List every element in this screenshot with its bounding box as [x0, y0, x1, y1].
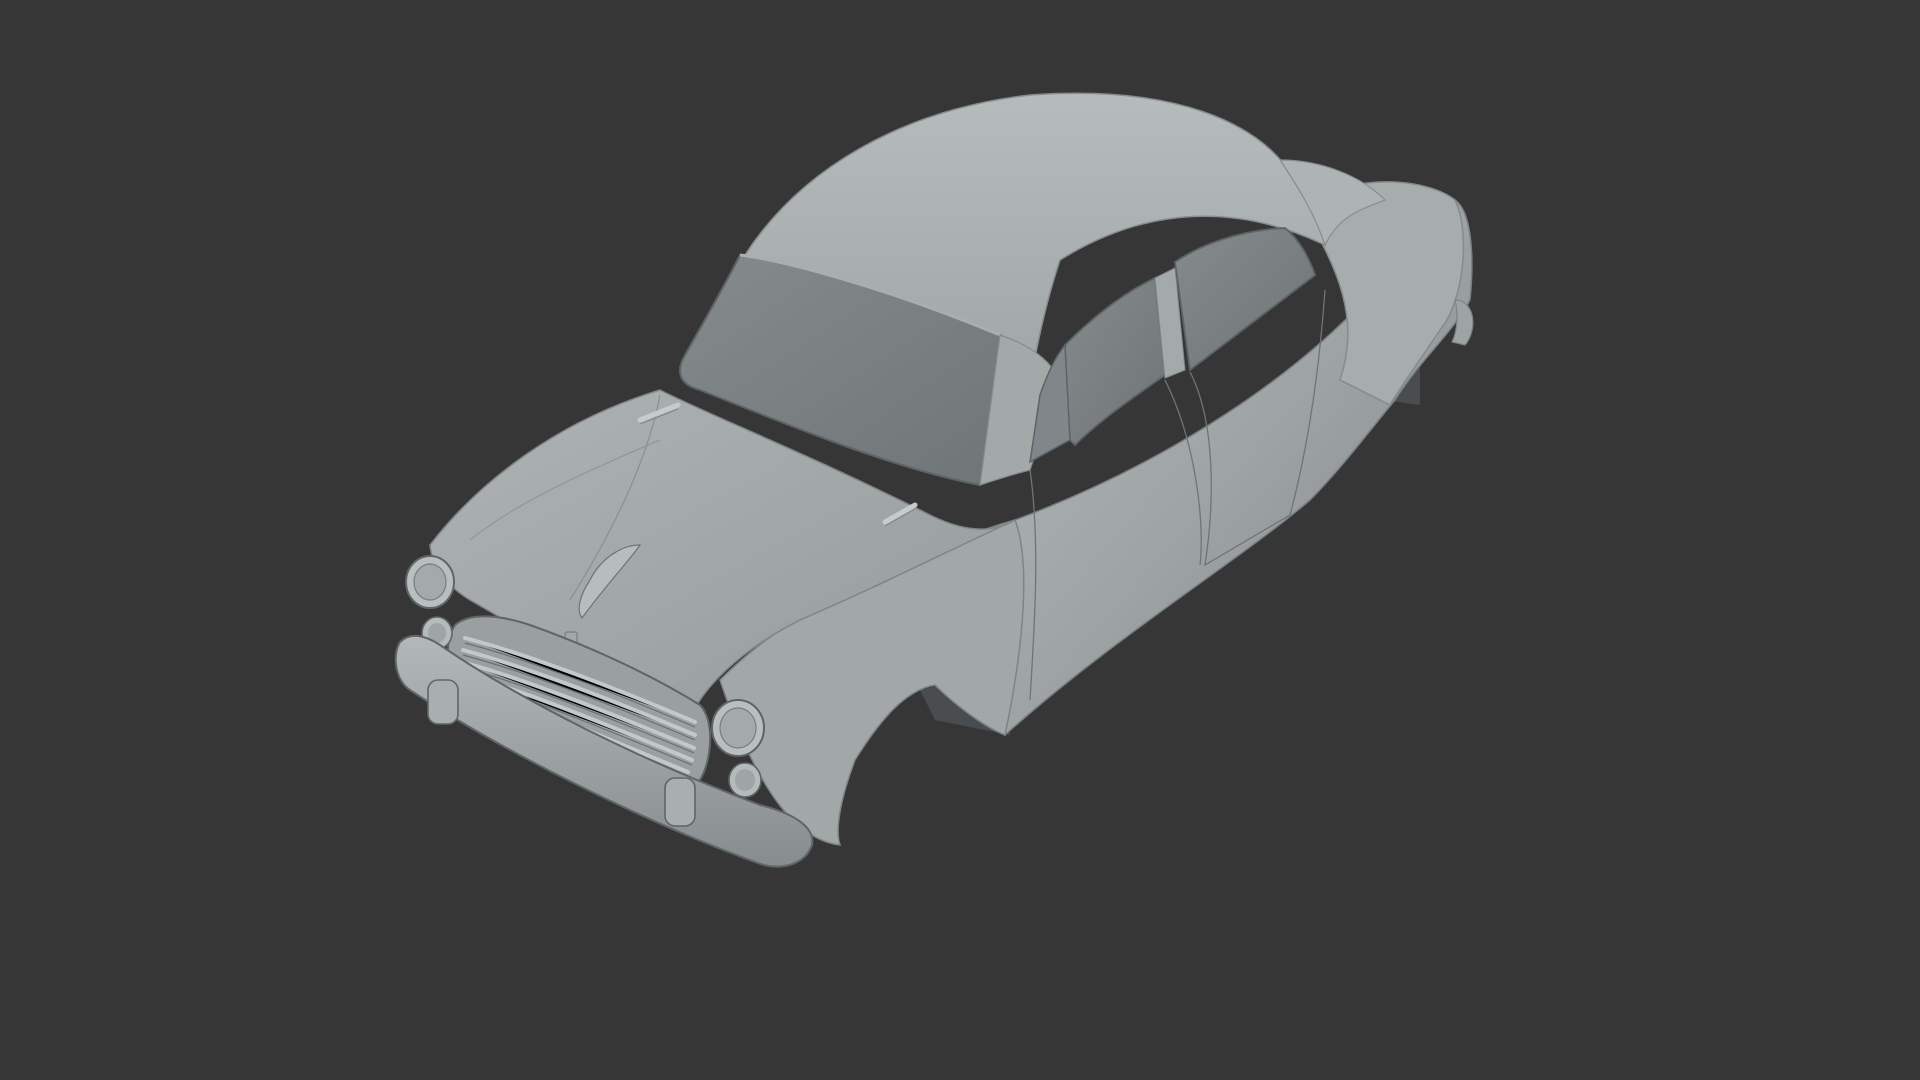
car-model-render — [394, 92, 1474, 868]
headlight-left — [405, 555, 455, 609]
fog-light-right — [728, 762, 762, 798]
headlight-right — [711, 699, 765, 757]
render-viewport — [0, 0, 1920, 1080]
rear-side-window — [1174, 227, 1317, 372]
bumper-guard-right — [664, 777, 696, 827]
bumper-guard-left — [427, 679, 459, 725]
front-side-window — [1064, 276, 1166, 447]
